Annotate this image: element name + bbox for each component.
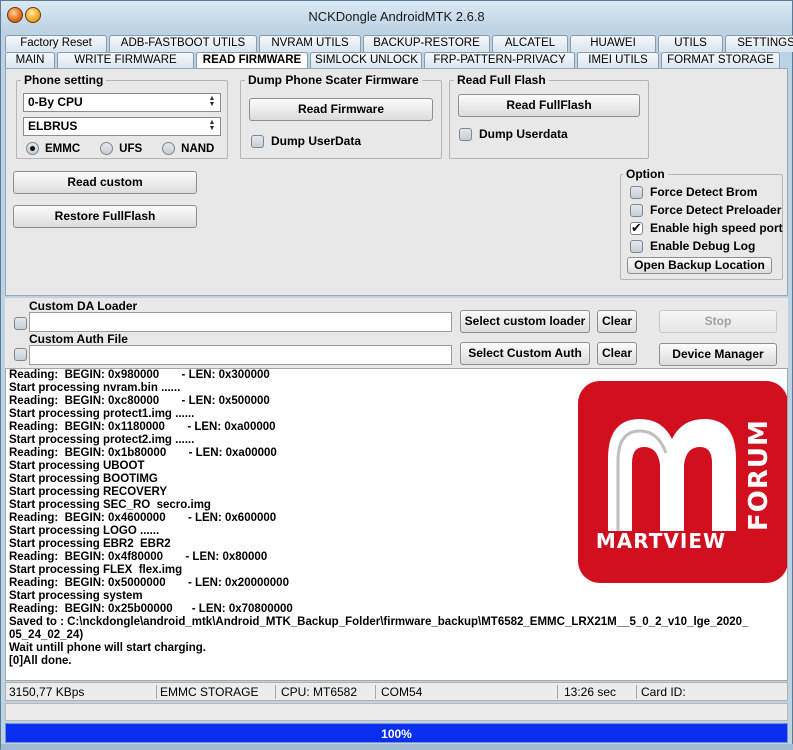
martview-forum-logo: FORUM MARTVIEW xyxy=(578,381,787,583)
device-manager-button[interactable]: Device Manager xyxy=(659,343,777,366)
status-port: COM54 xyxy=(381,685,423,699)
tab-settings[interactable]: SETTINGS xyxy=(725,35,793,52)
dump-userdata-flash-row[interactable]: Dump Userdata xyxy=(459,127,568,141)
log-line: Saved to : C:\nckdongle\android_mtk\Andr… xyxy=(9,616,749,628)
radio-nand[interactable] xyxy=(162,142,176,155)
option-checkbox[interactable] xyxy=(630,185,643,199)
option-row[interactable]: Force Detect Preloader xyxy=(630,203,781,217)
log-line: Start processing system xyxy=(9,590,143,602)
option-label: Force Detect Preloader xyxy=(650,203,782,217)
model-select-value: ELBRUS xyxy=(28,119,78,133)
open-backup-location-button[interactable]: Open Backup Location xyxy=(627,257,772,274)
dump-userdata-scatter-row[interactable]: Dump UserData xyxy=(251,134,361,148)
taskbar-strip xyxy=(1,744,793,750)
dump-userdata-scatter-label: Dump UserData xyxy=(271,134,362,148)
model-select[interactable]: ELBRUS ▲ ▼ xyxy=(23,117,221,136)
read-firmware-panel: Phone setting 0-By CPU ▲ ▼ ELBRUS ▲ ▼ EMMC… xyxy=(5,68,788,296)
tab-write-firmware[interactable]: WRITE FIRMWARE xyxy=(57,52,194,69)
read-firmware-button[interactable]: Read Firmware xyxy=(249,98,433,121)
dump-userdata-scatter-checkbox[interactable] xyxy=(251,134,264,148)
progress-bar: 100% xyxy=(5,723,788,743)
custom-auth-checkbox[interactable] xyxy=(14,348,27,361)
status-cpu: CPU: MT6582 xyxy=(281,685,358,699)
status-bar: 3150,77 KBps EMMC STORAGE CPU: MT6582 CO… xyxy=(5,682,788,701)
title-bar: NCKDongle AndroidMTK 2.6.8 xyxy=(1,1,792,31)
cpu-select-value: 0-By CPU xyxy=(28,95,83,109)
option-checkbox[interactable] xyxy=(630,203,643,217)
log-line: [0]All done. xyxy=(9,655,72,667)
tab-backup-restore[interactable]: BACKUP-RESTORE xyxy=(363,35,490,52)
tab-alcatel[interactable]: ALCATEL xyxy=(492,35,568,52)
phone-setting-legend: Phone setting xyxy=(24,73,104,87)
radio-ufs[interactable] xyxy=(100,142,114,155)
spin-arrows-icon[interactable]: ▲ ▼ xyxy=(206,119,218,133)
window-title: NCKDongle AndroidMTK 2.6.8 xyxy=(308,9,485,24)
tab-factory-reset[interactable]: Factory Reset xyxy=(5,35,107,52)
logo-tag-text: FORUM xyxy=(744,419,774,531)
progress-label: 100% xyxy=(381,727,412,741)
option-label: Force Detect Brom xyxy=(650,185,758,199)
log-line: 05_24_02_24) xyxy=(9,629,84,641)
log-line: Reading: BEGIN: 0x25b00000 - LEN: 0x7080… xyxy=(9,603,293,615)
tab-nvram-utils[interactable]: NVRAM UTILS xyxy=(259,35,361,52)
custom-da-label: Custom DA Loader xyxy=(29,299,138,313)
option-row[interactable]: Force Detect Brom xyxy=(630,185,757,199)
dump-scatter-legend: Dump Phone Scater Firmware xyxy=(248,73,419,87)
tab-row-bottom: MAIN WRITE FIRMWARE READ FIRMWARE SIMLOCK U… xyxy=(5,52,782,70)
read-custom-button[interactable]: Read custom xyxy=(13,171,197,194)
custom-da-checkbox[interactable] xyxy=(14,317,27,330)
read-full-flash-legend: Read Full Flash xyxy=(457,73,546,87)
tab-huawei[interactable]: HUAWEI xyxy=(570,35,656,52)
status-card-id: Card ID: xyxy=(641,685,686,699)
app-window: NCKDongle AndroidMTK 2.6.8 Factory Reset… xyxy=(0,0,793,750)
tab-adb-fastboot-utils[interactable]: ADB-FASTBOOT UTILS xyxy=(109,35,257,52)
custom-loader-section: Custom DA Loader Select custom loader Cl… xyxy=(5,298,788,368)
status-time: 13:26 sec xyxy=(564,685,617,699)
tab-imei-utils[interactable]: IMEI UTILS xyxy=(577,52,659,69)
tab-row-top: Factory Reset ADB-FASTBOOT UTILS NVRAM UTI… xyxy=(5,35,793,52)
log-line: Wait untill phone will start charging. xyxy=(9,642,206,654)
custom-auth-input[interactable] xyxy=(29,345,452,365)
tab-format-storage[interactable]: FORMAT STORAGE xyxy=(661,52,780,69)
tab-simlock-unlock[interactable]: SIMLOCK UNLOCK xyxy=(310,52,422,69)
select-custom-loader-button[interactable]: Select custom loader xyxy=(460,310,590,333)
custom-auth-label: Custom Auth File xyxy=(29,332,128,346)
storage-radio-group: EMMC UFS NAND xyxy=(26,142,214,155)
status-speed: 3150,77 KBps xyxy=(9,685,85,699)
clear-auth-button[interactable]: Clear xyxy=(597,342,637,365)
spin-arrows-icon[interactable]: ▲ ▼ xyxy=(206,95,218,109)
stop-button[interactable]: Stop xyxy=(659,310,777,333)
select-custom-auth-button[interactable]: Select Custom Auth xyxy=(460,342,590,365)
tab-main[interactable]: MAIN xyxy=(5,52,55,69)
option-checkbox[interactable] xyxy=(630,239,643,253)
read-fullflash-button[interactable]: Read FullFlash xyxy=(458,94,640,117)
dump-userdata-flash-checkbox[interactable] xyxy=(459,127,472,141)
option-row[interactable]: Enable Debug Log xyxy=(630,239,755,253)
status-storage: EMMC STORAGE xyxy=(160,685,259,699)
secondary-status-bar xyxy=(5,703,788,721)
tab-frp-pattern-privacy[interactable]: FRP-PATTERN-PRIVACY xyxy=(424,52,575,69)
option-checkbox[interactable] xyxy=(630,220,643,236)
restore-fullflash-button[interactable]: Restore FullFlash xyxy=(13,205,197,228)
dump-userdata-flash-label: Dump Userdata xyxy=(479,127,568,141)
option-label: Enable Debug Log xyxy=(650,239,756,253)
option-row[interactable]: Enable high speed port xyxy=(630,220,783,236)
option-legend: Option xyxy=(626,167,665,181)
custom-da-input[interactable] xyxy=(29,312,452,332)
clear-da-button[interactable]: Clear xyxy=(597,310,637,333)
tab-utils[interactable]: UTILS xyxy=(658,35,723,52)
log-output[interactable]: Reading: BEGIN: 0x980000 - LEN: 0x300000… xyxy=(5,368,788,681)
logo-brand-text: MARTVIEW xyxy=(595,529,727,553)
cpu-select[interactable]: 0-By CPU ▲ ▼ xyxy=(23,93,221,112)
radio-emmc[interactable] xyxy=(26,142,39,155)
radio-nand-label: NAND xyxy=(181,142,215,155)
option-label: Enable high speed port xyxy=(650,221,783,235)
radio-ufs-label: UFS xyxy=(119,142,143,155)
radio-emmc-label: EMMC xyxy=(45,142,81,155)
